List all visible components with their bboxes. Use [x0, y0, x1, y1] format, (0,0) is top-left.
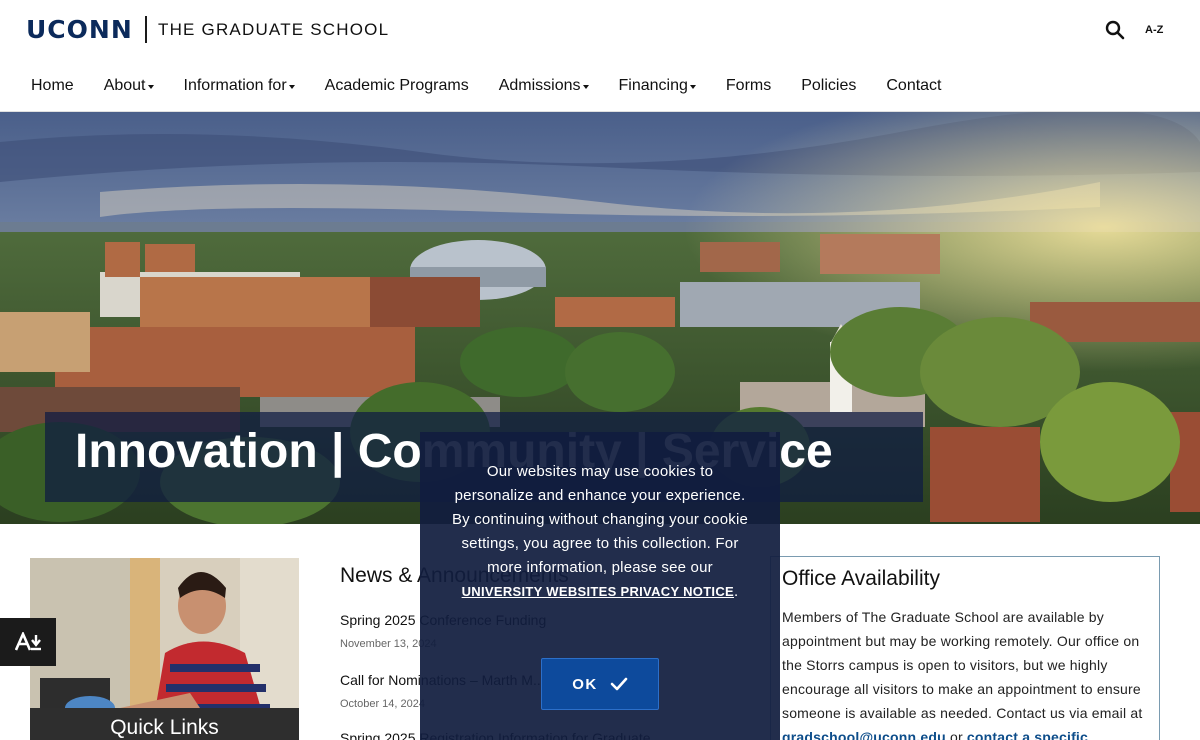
email-link[interactable]: gradschool@uconn.edu [782, 729, 946, 740]
site-header: UCONN THE GRADUATE SCHOOL A-Z [0, 0, 1200, 60]
nav-home[interactable]: Home [16, 77, 89, 95]
office-connector: or [945, 729, 967, 740]
accessibility-button[interactable] [0, 618, 56, 666]
office-text: Members of The Graduate School are avail… [782, 605, 1149, 740]
caret-down-icon [689, 84, 696, 89]
cookie-consent-dialog: Our websites may use cookies to personal… [420, 432, 780, 740]
ok-label: OK [572, 675, 598, 693]
uconn-logo[interactable]: UCONN [26, 15, 133, 44]
cookie-end: . [734, 583, 739, 600]
nav-label: Information for [183, 76, 287, 94]
nav-label: Home [31, 76, 74, 94]
nav-academic-programs[interactable]: Academic Programs [310, 77, 484, 95]
nav-label: Contact [886, 76, 942, 94]
nav-label: About [103, 76, 146, 94]
nav-policies[interactable]: Policies [786, 77, 871, 95]
cookie-body: Our websites may use cookies to personal… [451, 463, 749, 576]
caret-down-icon [288, 84, 295, 89]
nav-label: Forms [725, 76, 772, 94]
quick-links-heading[interactable]: Quick Links [30, 708, 299, 740]
nav-contact[interactable]: Contact [871, 77, 956, 95]
checkmark-icon [610, 677, 628, 691]
caret-down-icon [147, 84, 154, 89]
text-size-icon [15, 632, 41, 651]
caret-down-icon [582, 84, 589, 89]
privacy-notice-link[interactable]: UNIVERSITY WEBSITES PRIVACY NOTICE [462, 584, 734, 599]
nav-about[interactable]: About [89, 77, 169, 95]
main-nav: Home About Information for Academic Prog… [0, 60, 1200, 112]
nav-label: Financing [618, 76, 688, 94]
search-icon[interactable] [1105, 20, 1125, 40]
nav-admissions[interactable]: Admissions [484, 77, 604, 95]
cookie-ok-button[interactable]: OK [541, 658, 659, 710]
logo-divider [145, 16, 147, 43]
nav-label: Policies [801, 76, 857, 94]
cookie-message: Our websites may use cookies to personal… [448, 460, 752, 604]
nav-information-for[interactable]: Information for [169, 77, 310, 95]
office-availability-panel: Office Availability Members of The Gradu… [770, 556, 1160, 740]
office-title: Office Availability [782, 567, 940, 590]
office-body: Members of The Graduate School are avail… [782, 609, 1143, 721]
a-z-index-link[interactable]: A-Z [1145, 24, 1163, 36]
school-name[interactable]: THE GRADUATE SCHOOL [158, 20, 389, 40]
nav-label: Academic Programs [324, 76, 469, 94]
nav-financing[interactable]: Financing [604, 77, 711, 95]
contact-link[interactable]: contact a specific [967, 729, 1088, 740]
nav-label: Admissions [498, 76, 581, 94]
nav-forms[interactable]: Forms [711, 77, 786, 95]
